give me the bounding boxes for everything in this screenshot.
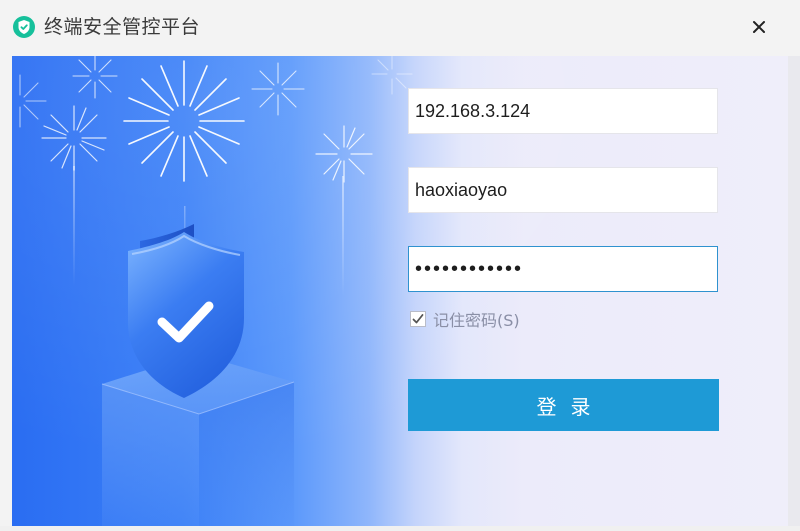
window-title: 终端安全管控平台 [44,16,201,38]
shield-logo-icon [13,16,35,38]
remember-password-label: 记住密码(S) [433,311,520,330]
username-input[interactable] [408,167,718,213]
password-input[interactable] [408,246,718,292]
login-button[interactable]: 登录 [408,379,719,431]
remember-password-checkbox[interactable]: 记住密码(S) [410,308,520,330]
checkbox-box[interactable] [410,311,426,327]
server-address-input[interactable] [408,88,718,134]
close-button[interactable] [744,12,774,42]
title-bar: 终端安全管控平台 [0,0,800,54]
checkmark-icon [412,314,424,324]
close-icon [753,21,765,33]
